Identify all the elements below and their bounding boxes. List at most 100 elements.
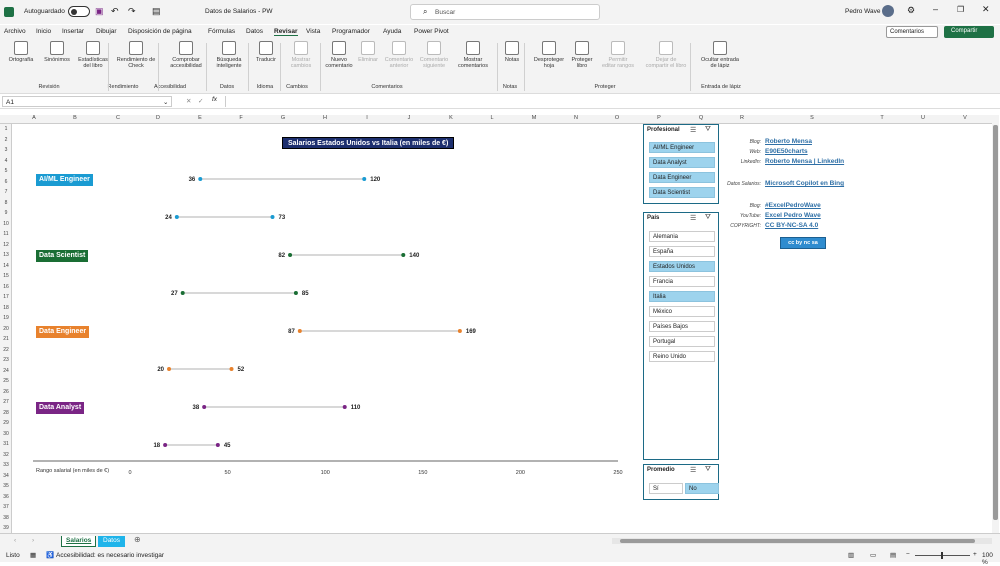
slicer-item[interactable]: España bbox=[649, 246, 715, 257]
avatar[interactable] bbox=[882, 5, 894, 17]
column-header-F[interactable]: F bbox=[231, 115, 251, 121]
page-break-icon[interactable]: ▤ bbox=[890, 551, 896, 559]
cc-license-badge[interactable]: cc by nc sa bbox=[780, 237, 826, 249]
menu-programador[interactable]: Programador bbox=[332, 28, 370, 35]
settings-icon[interactable]: ⚙ bbox=[907, 5, 915, 16]
column-header-H[interactable]: H bbox=[315, 115, 335, 121]
redo-icon[interactable]: ↷ bbox=[128, 6, 136, 17]
column-header-B[interactable]: B bbox=[65, 115, 85, 121]
column-header-S[interactable]: S bbox=[802, 115, 822, 121]
horizontal-scrollbar[interactable] bbox=[612, 538, 992, 544]
row-header-28[interactable]: 28 bbox=[0, 410, 12, 416]
credit-link[interactable]: Roberto Mensa bbox=[765, 138, 812, 145]
ribbon-dejar-de-compartir-el-libro-button[interactable]: Dejar de compartir el libro bbox=[644, 41, 688, 69]
slicer-item[interactable]: Italia bbox=[649, 291, 715, 302]
maximize-icon[interactable]: ❐ bbox=[957, 5, 964, 14]
ribbon-comprobar-accesibilidad-button[interactable]: Comprobar accesibilidad bbox=[166, 41, 206, 69]
minimize-icon[interactable]: – bbox=[933, 4, 938, 14]
accessibility-icon[interactable]: ♿ bbox=[46, 551, 54, 559]
row-header-13[interactable]: 13 bbox=[0, 252, 12, 258]
row-header-31[interactable]: 31 bbox=[0, 441, 12, 447]
credit-link[interactable]: #ExcelPedroWave bbox=[765, 202, 821, 209]
row-header-35[interactable]: 35 bbox=[0, 483, 12, 489]
zoom-slider[interactable] bbox=[915, 552, 970, 559]
slicer-item[interactable]: No bbox=[685, 483, 719, 494]
row-header-1[interactable]: 1 bbox=[0, 126, 12, 132]
row-header-38[interactable]: 38 bbox=[0, 515, 12, 521]
insert-function-icon[interactable]: fx bbox=[212, 96, 217, 103]
comments-button[interactable]: Comentarios bbox=[886, 26, 938, 38]
row-header-18[interactable]: 18 bbox=[0, 305, 12, 311]
row-header-33[interactable]: 33 bbox=[0, 462, 12, 468]
close-icon[interactable]: ✕ bbox=[982, 4, 990, 15]
name-box[interactable]: A1 ⌄ bbox=[2, 96, 172, 107]
accessibility-status[interactable]: Accesibilidad: es necesario investigar bbox=[56, 552, 164, 559]
sheet-tab-datos[interactable]: Datos bbox=[98, 536, 125, 547]
row-header-19[interactable]: 19 bbox=[0, 315, 12, 321]
ribbon-sin-nimos-button[interactable]: Sinónimos bbox=[42, 41, 72, 63]
next-sheet-icon[interactable]: › bbox=[32, 537, 34, 544]
column-header-V[interactable]: V bbox=[955, 115, 975, 121]
credit-link[interactable]: Microsoft Copilot en Bing bbox=[765, 180, 844, 187]
share-button[interactable]: Compartir bbox=[944, 26, 994, 38]
prev-sheet-icon[interactable]: ‹ bbox=[14, 537, 16, 544]
row-header-34[interactable]: 34 bbox=[0, 473, 12, 479]
column-header-Q[interactable]: Q bbox=[691, 115, 711, 121]
slicer-item[interactable]: Reino Unido bbox=[649, 351, 715, 362]
row-header-15[interactable]: 15 bbox=[0, 273, 12, 279]
normal-view-icon[interactable]: ▥ bbox=[848, 551, 854, 559]
multi-select-icon[interactable]: ☰ bbox=[690, 214, 696, 222]
formula-input[interactable] bbox=[225, 96, 990, 107]
column-header-L[interactable]: L bbox=[482, 115, 502, 121]
ribbon-comentario-siguiente-button[interactable]: Comentario siguiente bbox=[418, 41, 450, 69]
menu-datos[interactable]: Datos bbox=[246, 28, 263, 35]
row-header-9[interactable]: 9 bbox=[0, 210, 12, 216]
menu-insertar[interactable]: Insertar bbox=[62, 28, 84, 35]
slicer-item[interactable]: Países Bajos bbox=[649, 321, 715, 332]
row-header-4[interactable]: 4 bbox=[0, 158, 12, 164]
row-header-17[interactable]: 17 bbox=[0, 294, 12, 300]
column-header-M[interactable]: M bbox=[524, 115, 544, 121]
column-header-C[interactable]: C bbox=[108, 115, 128, 121]
slicer-item[interactable]: Estados Unidos bbox=[649, 261, 715, 272]
ribbon-mostrar-comentarios-button[interactable]: Mostrar comentarios bbox=[457, 41, 489, 69]
undo-icon[interactable]: ↶ bbox=[111, 6, 119, 17]
menu-archivo[interactable]: Archivo bbox=[4, 28, 26, 35]
row-header-30[interactable]: 30 bbox=[0, 431, 12, 437]
add-sheet-icon[interactable]: ⊕ bbox=[134, 535, 141, 544]
slicer-item[interactable]: Sí bbox=[649, 483, 683, 494]
column-header-R[interactable]: R bbox=[732, 115, 752, 121]
ribbon-estad-sticas-del-libro-button[interactable]: Estadísticas del libro bbox=[76, 41, 110, 69]
worksheet[interactable]: 0 50 100 150 200 250 36 120 24 73 82 140 27 85 87 169 20… bbox=[13, 124, 991, 533]
zoom-in-icon[interactable]: + bbox=[973, 551, 977, 558]
row-header-37[interactable]: 37 bbox=[0, 504, 12, 510]
ribbon-b-squeda-inteligente-button[interactable]: Búsqueda inteligente bbox=[212, 41, 246, 69]
column-header-G[interactable]: G bbox=[273, 115, 293, 121]
column-header-A[interactable]: A bbox=[24, 115, 44, 121]
row-header-24[interactable]: 24 bbox=[0, 368, 12, 374]
sheet-tab-salarios[interactable]: Salarios bbox=[61, 536, 97, 547]
credit-link[interactable]: Excel Pedro Wave bbox=[765, 212, 821, 219]
menu-disposici-n-de-p-gina[interactable]: Disposición de página bbox=[128, 28, 192, 35]
multi-select-icon[interactable]: ☰ bbox=[690, 126, 696, 134]
menu-inicio[interactable]: Inicio bbox=[36, 28, 51, 35]
page-layout-icon[interactable]: ▭ bbox=[870, 551, 876, 559]
macro-icon[interactable]: ▦ bbox=[30, 551, 36, 559]
ribbon-desproteger-hoja-button[interactable]: Desproteger hoja bbox=[532, 41, 566, 69]
slicer-item[interactable]: Alemania bbox=[649, 231, 715, 242]
row-header-2[interactable]: 2 bbox=[0, 137, 12, 143]
slicer-item[interactable]: Data Scientist bbox=[649, 187, 715, 198]
scrollbar-thumb[interactable] bbox=[993, 125, 998, 520]
row-header-11[interactable]: 11 bbox=[0, 231, 12, 237]
ribbon-ortograf-a-button[interactable]: Ortografía bbox=[6, 41, 36, 63]
row-header-3[interactable]: 3 bbox=[0, 147, 12, 153]
row-header-22[interactable]: 22 bbox=[0, 347, 12, 353]
ribbon-notas-button[interactable]: Notas bbox=[500, 41, 524, 63]
column-header-I[interactable]: I bbox=[357, 115, 377, 121]
column-header-T[interactable]: T bbox=[872, 115, 892, 121]
ribbon-proteger-libro-button[interactable]: Proteger libro bbox=[570, 41, 594, 69]
slicer-item[interactable]: Portugal bbox=[649, 336, 715, 347]
confirm-formula-icon[interactable]: ✓ bbox=[198, 97, 203, 105]
row-header-32[interactable]: 32 bbox=[0, 452, 12, 458]
row-header-26[interactable]: 26 bbox=[0, 389, 12, 395]
